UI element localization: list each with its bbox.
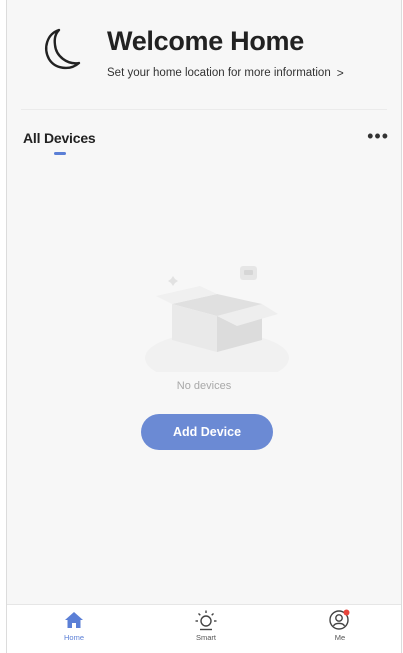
empty-box-illustration xyxy=(145,266,289,372)
device-tabbar: All Devices ••• xyxy=(7,124,401,164)
nav-label-me: Me xyxy=(334,633,346,642)
header: Welcome Home Set your home location for … xyxy=(7,0,401,110)
home-location-link[interactable]: Set your home location for more informat… xyxy=(107,66,344,80)
nav-item-me[interactable]: Me xyxy=(305,609,375,653)
bottom-nav: Home Smart Me xyxy=(7,604,401,653)
chevron-right-icon: > xyxy=(336,66,344,80)
moon-icon xyxy=(45,28,81,70)
notification-badge xyxy=(343,609,350,616)
empty-state-message: No devices xyxy=(176,380,232,392)
add-device-button[interactable]: Add Device xyxy=(141,414,273,450)
nav-label-home: Home xyxy=(63,633,84,642)
home-icon xyxy=(65,612,83,628)
header-divider xyxy=(21,109,387,110)
page-title: Welcome Home xyxy=(107,26,304,56)
more-options-icon[interactable]: ••• xyxy=(367,126,389,147)
app-screen: Welcome Home Set your home location for … xyxy=(6,0,402,653)
user-icon xyxy=(329,609,350,630)
sun-icon xyxy=(195,610,217,631)
nav-label-smart: Smart xyxy=(195,633,216,642)
home-location-text: Set your home location for more informat… xyxy=(107,67,331,79)
nav-item-smart[interactable]: Smart xyxy=(171,609,241,653)
tab-active-indicator xyxy=(54,152,66,155)
tab-all-devices[interactable]: All Devices xyxy=(23,130,96,146)
nav-item-home[interactable]: Home xyxy=(39,609,109,653)
